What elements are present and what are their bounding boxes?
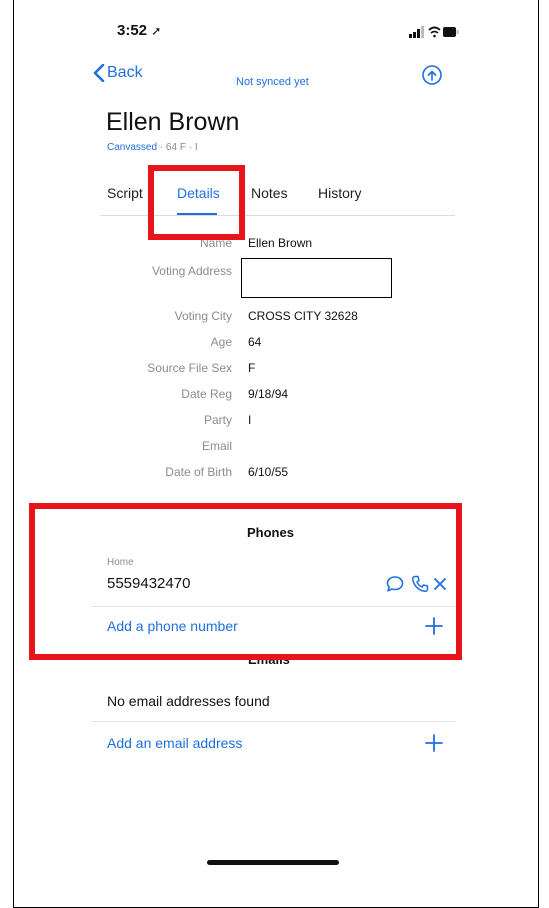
field-label: Source File Sex [147,361,232,375]
back-label: Back [107,64,143,81]
field-date-of-birth: Date of Birth 6/10/55 [95,465,495,485]
redacted-address-box [241,258,392,298]
add-phone-link[interactable]: Add a phone number [107,618,238,634]
contact-subtitle: Canvassed · 64 F · I [107,142,198,153]
tab-history[interactable]: History [318,185,362,201]
contact-meta: · 64 F · I [157,142,198,153]
field-source-file-sex: Source File Sex F [95,361,495,381]
field-voting-city: Voting City CROSS CITY 32628 [95,309,495,329]
cloud-upload-icon[interactable] [421,64,443,86]
add-phone-plus-icon[interactable] [425,617,443,635]
phone-call-icon[interactable] [410,574,430,594]
emails-heading: Emails [248,652,290,667]
battery-icon [443,27,459,37]
tab-bar: Script Details Notes History [100,182,455,216]
field-value: I [248,413,252,427]
tab-script[interactable]: Script [107,185,143,201]
back-button[interactable]: Back [93,64,143,82]
divider [92,606,455,607]
tab-notes[interactable]: Notes [251,185,288,201]
divider [92,721,455,722]
field-label: Voting City [174,309,232,323]
field-value: F [248,361,256,375]
no-emails-text: No email addresses found [107,693,270,709]
chevron-left-icon [93,64,105,82]
phones-heading: Phones [247,525,294,540]
field-party: Party I [95,413,495,433]
add-email-link[interactable]: Add an email address [107,735,242,751]
phone-type: Home [107,557,134,568]
wifi-icon [428,26,441,38]
field-label: Name [199,236,232,250]
field-value: Ellen Brown [248,236,313,250]
field-label: Age [210,335,232,349]
tab-details[interactable]: Details [177,185,220,201]
field-name: Name Ellen Brown [95,236,495,256]
add-email-plus-icon[interactable] [425,734,443,752]
field-email: Email [95,439,495,459]
field-label: Date of Birth [165,465,232,479]
field-label: Date Reg [181,387,232,401]
status-time: 3:52 ➚ [117,22,162,39]
location-arrow-icon: ➚ [151,24,162,38]
message-icon[interactable] [385,574,405,594]
field-value: CROSS CITY 32628 [248,309,358,323]
field-value: 9/18/94 [248,387,289,401]
field-label: Voting Address [151,264,232,278]
close-icon[interactable] [430,574,450,594]
field-value: 6/10/55 [248,465,289,479]
contact-name: Ellen Brown [106,108,240,136]
sync-status: Not synced yet [236,76,309,88]
signal-icon [409,26,424,38]
home-indicator [207,860,339,865]
field-label: Party [203,413,232,427]
phone-number[interactable]: 5559432470 [107,575,190,592]
field-label: Email [201,439,232,453]
active-tab-underline [177,213,217,215]
field-age: Age 64 [95,335,495,355]
field-date-reg: Date Reg 9/18/94 [95,387,495,407]
canvass-status: Canvassed [107,142,158,153]
field-value: 64 [248,335,262,349]
status-icons [409,26,459,38]
